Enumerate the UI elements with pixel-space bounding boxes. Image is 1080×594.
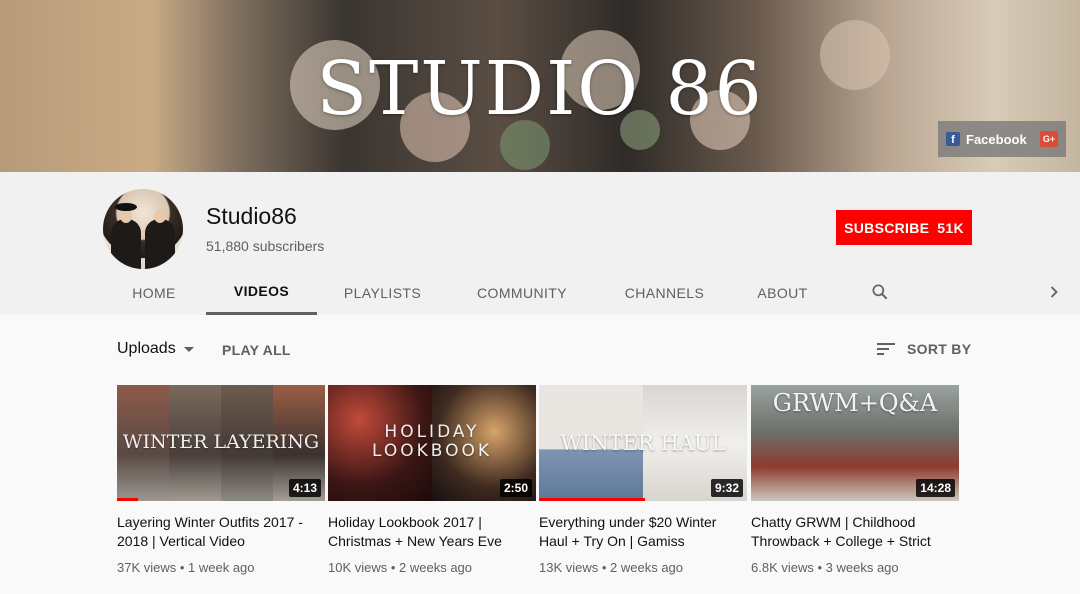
video-title[interactable]: Everything under $20 Winter Haul + Try O… <box>539 513 743 551</box>
video-meta: 13K views • 2 weeks ago <box>539 560 684 575</box>
subscribe-label: SUBSCRIBE <box>844 219 930 236</box>
avatar-face <box>154 209 166 223</box>
video-title[interactable]: Layering Winter Outfits 2017 - 2018 | Ve… <box>117 513 321 551</box>
thumbnail-text: WINTER HAUL <box>560 431 726 455</box>
subscribe-button[interactable]: SUBSCRIBE 51K <box>836 210 972 245</box>
video-title[interactable]: Chatty GRWM | Childhood Throwback + Coll… <box>751 513 955 551</box>
sort-by-button[interactable]: SORT BY <box>877 341 971 357</box>
video-meta: 10K views • 2 weeks ago <box>328 560 473 575</box>
tab-about[interactable]: ABOUT <box>733 270 832 315</box>
avatar-figure <box>145 219 175 269</box>
video-thumbnail[interactable]: WINTER HAUL 9:32 <box>539 385 747 501</box>
thumbnail-text: GRWM+Q&A <box>772 389 938 417</box>
video-card[interactable]: WINTER LAYERING 4:13 Layering Winter Out… <box>117 385 325 575</box>
google-plus-icon[interactable]: G+ <box>1040 131 1058 147</box>
banner-title: STUDIO 86 <box>316 46 764 132</box>
video-title[interactable]: Holiday Lookbook 2017 | Christmas + New … <box>328 513 532 551</box>
video-duration: 4:13 <box>288 479 321 497</box>
sort-icon <box>877 343 895 355</box>
tab-channels[interactable]: CHANNELS <box>596 270 733 315</box>
thumbnail-text: HOLIDAY LOOKBOOK <box>371 422 493 461</box>
uploads-dropdown[interactable]: Uploads <box>117 340 194 358</box>
facebook-icon[interactable]: f <box>946 132 960 146</box>
video-meta: 6.8K views • 3 weeks ago <box>751 560 899 575</box>
sort-label: SORT BY <box>907 341 972 357</box>
video-duration: 9:32 <box>710 479 743 497</box>
video-duration: 2:50 <box>499 479 532 497</box>
play-all-button[interactable]: PLAY ALL <box>222 342 291 358</box>
social-links: f Facebook G+ <box>938 121 1066 157</box>
watch-progress-bar <box>539 498 646 501</box>
facebook-link[interactable]: Facebook <box>966 132 1027 147</box>
subscriber-count: 51,880 subscribers <box>206 238 325 254</box>
video-meta: 37K views • 1 week ago <box>117 560 255 575</box>
video-card[interactable]: GRWM+Q&A 14:28 Chatty GRWM | Childhood T… <box>751 385 959 575</box>
watch-progress-bar <box>117 498 138 501</box>
channel-tabs: HOME VIDEOS PLAYLISTS COMMUNITY CHANNELS… <box>102 270 1080 315</box>
video-card[interactable]: WINTER HAUL 9:32 Everything under $20 Wi… <box>539 385 747 575</box>
tab-home[interactable]: HOME <box>102 270 206 315</box>
search-icon[interactable] <box>870 282 890 302</box>
channel-header: Studio86 51,880 subscribers SUBSCRIBE 51… <box>0 172 1080 315</box>
video-thumbnail[interactable]: WINTER LAYERING 4:13 <box>117 385 325 501</box>
avatar-face <box>120 209 132 223</box>
thumbnail-text: WINTER LAYERING <box>122 431 320 453</box>
video-thumbnail[interactable]: GRWM+Q&A 14:28 <box>751 385 959 501</box>
avatar[interactable] <box>103 189 183 269</box>
channel-name: Studio86 <box>206 203 297 229</box>
uploads-label: Uploads <box>117 340 176 357</box>
channel-banner: STUDIO 86 f Facebook G+ <box>0 0 1080 172</box>
videos-section: Uploads PLAY ALL SORT BY WINTER LAYERING… <box>0 315 1080 594</box>
chevron-right-icon[interactable] <box>1044 282 1064 302</box>
video-duration: 14:28 <box>916 479 955 497</box>
tab-community[interactable]: COMMUNITY <box>448 270 596 315</box>
dropdown-caret-icon <box>183 346 194 352</box>
video-card[interactable]: HOLIDAY LOOKBOOK 2:50 Holiday Lookbook 2… <box>328 385 536 575</box>
avatar-hat <box>115 203 137 211</box>
tab-playlists[interactable]: PLAYLISTS <box>317 270 448 315</box>
subscribe-count: 51K <box>937 219 964 236</box>
avatar-figure <box>111 219 141 269</box>
video-thumbnail[interactable]: HOLIDAY LOOKBOOK 2:50 <box>328 385 536 501</box>
tab-videos[interactable]: VIDEOS <box>206 270 317 315</box>
